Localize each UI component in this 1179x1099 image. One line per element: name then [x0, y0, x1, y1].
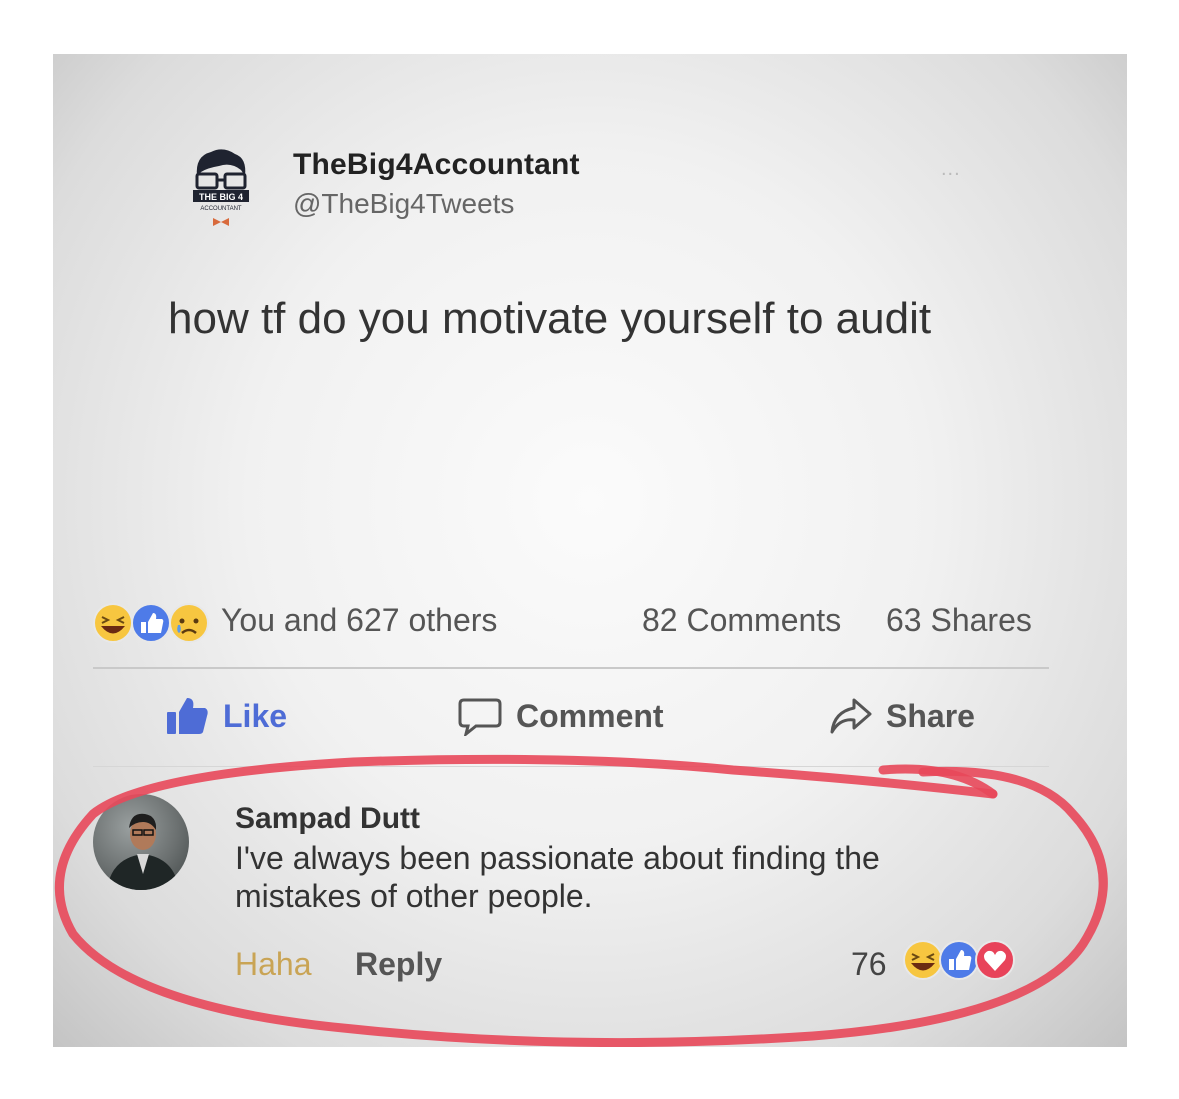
comment-button[interactable]: Comment — [458, 696, 664, 736]
divider — [93, 766, 1049, 767]
author-handle[interactable]: @TheBig4Tweets — [293, 188, 514, 220]
logo-line1: THE BIG 4 — [199, 192, 243, 202]
like-button[interactable]: Like — [165, 696, 287, 736]
thumbs-up-icon — [167, 698, 208, 734]
share-button[interactable]: Share — [828, 696, 975, 736]
like-icon — [939, 940, 979, 980]
haha-icon — [903, 940, 943, 980]
divider — [93, 667, 1049, 669]
person-photo — [107, 813, 179, 890]
reply-button[interactable]: Reply — [355, 946, 442, 983]
haha-reaction-button[interactable]: Haha — [235, 946, 312, 983]
like-label: Like — [223, 697, 288, 734]
comment-reaction-icons[interactable] — [901, 938, 1021, 982]
share-arrow-icon — [830, 698, 872, 734]
comment-reaction-count[interactable]: 76 — [851, 946, 887, 983]
love-icon — [975, 940, 1015, 980]
logo-line2: ACCOUNTANT — [200, 206, 242, 212]
comment-bubble-icon — [458, 698, 502, 736]
comments-count[interactable]: 82 Comments — [642, 602, 841, 639]
commenter-avatar[interactable] — [93, 794, 189, 890]
comment-text: I've always been passionate about findin… — [235, 840, 880, 876]
reaction-icons[interactable] — [91, 601, 211, 645]
shares-count[interactable]: 63 Shares — [886, 602, 1032, 639]
post-text: how tf do you motivate yourself to audit — [168, 294, 932, 343]
commenter-name[interactable]: Sampad Dutt — [235, 802, 420, 836]
share-label: Share — [886, 697, 975, 734]
sad-icon — [169, 603, 209, 643]
reaction-summary[interactable]: You and 627 others — [221, 602, 497, 639]
screenshot-photo: THE BIG 4 ACCOUNTANT TheBig4Accountant @… — [53, 54, 1127, 1047]
comment-label: Comment — [516, 697, 664, 734]
author-name[interactable]: TheBig4Accountant — [293, 148, 580, 182]
comment-text: mistakes of other people. — [235, 878, 593, 914]
haha-icon — [93, 603, 133, 643]
thebig4-logo: THE BIG 4 ACCOUNTANT — [193, 149, 249, 226]
more-options-icon[interactable]: ... — [941, 158, 961, 181]
like-icon — [131, 603, 171, 643]
